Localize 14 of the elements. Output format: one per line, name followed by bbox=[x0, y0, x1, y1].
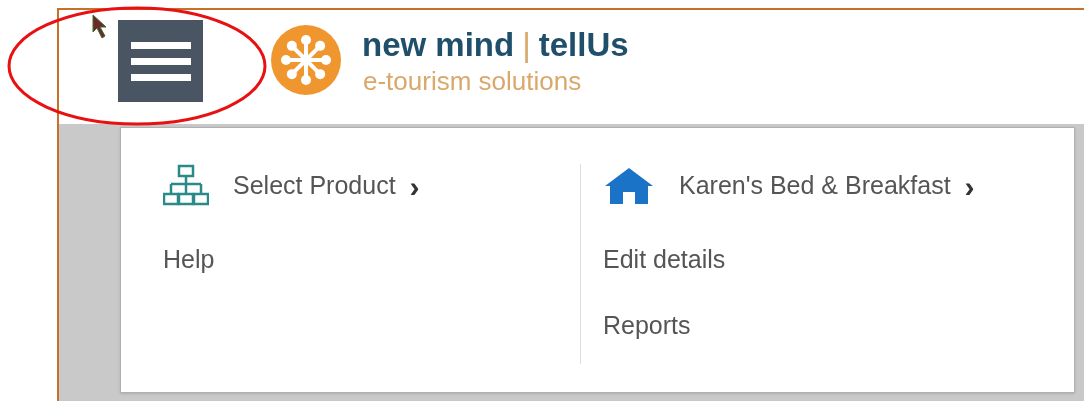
house-icon bbox=[603, 166, 655, 206]
menu-heading[interactable]: Karen's Bed & Breakfast › bbox=[603, 164, 975, 208]
cursor-icon bbox=[92, 14, 108, 40]
menu-heading[interactable]: Select Product › bbox=[163, 164, 580, 208]
brand-separator: | bbox=[522, 26, 531, 64]
menu-item[interactable]: Reports bbox=[603, 306, 691, 344]
menu-item[interactable]: Help bbox=[163, 241, 215, 279]
network-icon bbox=[163, 164, 209, 208]
brand-tagline: e-tourism solutions bbox=[363, 66, 582, 96]
menu-item[interactable]: Edit details bbox=[603, 241, 726, 279]
brand-name: tellUs bbox=[538, 26, 629, 64]
logo-icon bbox=[270, 24, 342, 96]
brand-name: new mind bbox=[362, 26, 515, 64]
menu-button[interactable] bbox=[118, 20, 203, 102]
